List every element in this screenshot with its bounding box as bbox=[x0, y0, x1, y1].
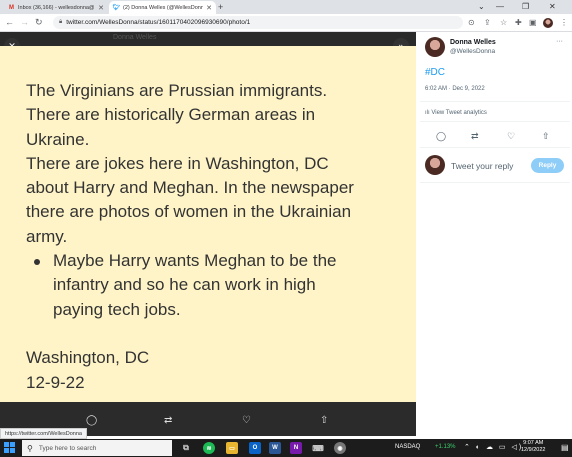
side-panel-icon[interactable]: ▣ bbox=[529, 18, 537, 27]
divider bbox=[420, 121, 570, 122]
windows-start-icon[interactable] bbox=[4, 442, 15, 453]
url-input[interactable]: 🔒︎ twitter.com/WellesDonna/status/160117… bbox=[53, 16, 463, 29]
twitter-icon: 🐦︎ bbox=[112, 5, 121, 11]
tab-bar: M Inbox (36,166) - wellesdonna@... ✕ 🐦︎ … bbox=[0, 0, 572, 14]
status-url: https://twitter.com/WellesDonna bbox=[0, 428, 87, 439]
photo-line: Ukraine. bbox=[26, 129, 90, 149]
back-icon[interactable]: ← bbox=[5, 17, 14, 27]
reply-avatar bbox=[425, 155, 445, 175]
lock-icon: 🔒︎ bbox=[59, 19, 63, 25]
retweet-icon[interactable]: ⇄ bbox=[471, 131, 479, 142]
photo-line: Washington, DC bbox=[26, 348, 150, 368]
stock-ticker[interactable]: NASDAQ bbox=[395, 444, 420, 450]
like-icon[interactable]: ♡ bbox=[242, 415, 251, 426]
reply-icon[interactable]: ◯ bbox=[436, 131, 446, 142]
clock[interactable]: 9:07 AM 12/9/2022 bbox=[521, 440, 545, 454]
share-icon[interactable]: ⇧ bbox=[320, 415, 328, 426]
notification-icon[interactable]: ▤ bbox=[561, 443, 569, 452]
reply-icon[interactable]: ◯ bbox=[86, 415, 97, 426]
photo-line: 12-9-22 bbox=[26, 372, 85, 392]
gmail-icon: M bbox=[9, 4, 14, 11]
photo-bullet: Maybe Harry wants Meghan to be the infant… bbox=[26, 249, 416, 322]
close-window-icon[interactable]: ✕ bbox=[549, 2, 556, 11]
close-tab-icon[interactable]: ✕ bbox=[206, 4, 212, 12]
spotify-icon[interactable]: ≋ bbox=[203, 442, 215, 454]
tab-twitter[interactable]: 🐦︎ (2) Donna Welles (@WellesDonna... ✕ bbox=[109, 1, 216, 14]
reply-input[interactable]: Tweet your reply bbox=[451, 161, 513, 171]
header-name: Donna Welles bbox=[113, 34, 157, 41]
like-icon[interactable]: ♡ bbox=[507, 131, 515, 142]
author-name[interactable]: Donna Welles bbox=[450, 39, 496, 46]
share-icon[interactable]: ⇧ bbox=[542, 131, 550, 142]
tweet-sidebar bbox=[416, 32, 572, 436]
divider bbox=[420, 182, 570, 183]
photo-line: There are jokes here in Washington, DC bbox=[26, 153, 329, 173]
tab-title: Inbox (36,166) - wellesdonna@... bbox=[18, 4, 96, 11]
tab-search-icon[interactable]: ⌄ bbox=[478, 2, 485, 11]
close-tab-icon[interactable]: ✕ bbox=[98, 4, 104, 12]
reload-icon[interactable]: ↻ bbox=[35, 17, 43, 28]
forward-icon[interactable]: → bbox=[20, 17, 29, 27]
profile-avatar[interactable] bbox=[543, 18, 553, 28]
photo-line: The Virginians are Prussian immigrants. bbox=[26, 81, 328, 100]
onenote-icon[interactable]: N bbox=[290, 442, 302, 454]
viewer-header: Donna Welles bbox=[0, 32, 416, 46]
bookmark-star-icon[interactable]: ☆ bbox=[500, 18, 507, 27]
search-placeholder: Type here to search bbox=[38, 444, 97, 452]
share-page-icon[interactable]: ⇪ bbox=[484, 18, 491, 27]
photo-line: army. bbox=[26, 226, 68, 246]
retweet-icon[interactable]: ⇄ bbox=[164, 415, 172, 426]
url-text: twitter.com/WellesDonna/status/160117040… bbox=[66, 19, 251, 26]
hashtag-link[interactable]: #DC bbox=[425, 67, 445, 78]
address-bar: ← → ↻ 🔒︎ twitter.com/WellesDonna/status/… bbox=[0, 14, 572, 32]
tab-gmail[interactable]: M Inbox (36,166) - wellesdonna@... ✕ bbox=[4, 1, 108, 14]
reply-button[interactable]: Reply bbox=[531, 158, 564, 173]
new-tab-icon[interactable]: + bbox=[218, 2, 223, 12]
divider bbox=[420, 101, 570, 102]
menu-icon[interactable]: ⋮ bbox=[560, 18, 568, 27]
avatar[interactable] bbox=[425, 37, 445, 57]
search-icon: ⚲ bbox=[27, 443, 33, 453]
task-view-icon[interactable]: ⧉ bbox=[180, 442, 192, 454]
photo-line: about Harry and Meghan. In the newspaper bbox=[26, 178, 354, 198]
photo-bullet-list: Maybe Harry wants Meghan to be the infant… bbox=[26, 249, 416, 322]
more-icon[interactable]: ··· bbox=[556, 38, 563, 45]
view-analytics-link[interactable]: ılı View Tweet analytics bbox=[425, 110, 487, 116]
extensions-icon[interactable]: ✚ bbox=[515, 18, 522, 27]
maximize-icon[interactable]: ❐ bbox=[522, 2, 529, 11]
keyboard-icon[interactable]: ⌨ bbox=[312, 442, 324, 454]
google-lens-icon[interactable]: ⊙ bbox=[468, 18, 475, 27]
author-handle[interactable]: @WellesDonna bbox=[450, 48, 495, 55]
photo-line: There are historically German areas in bbox=[26, 105, 316, 125]
chrome-icon[interactable]: ◉ bbox=[334, 442, 346, 454]
taskbar-search[interactable]: ⚲ Type here to search bbox=[22, 440, 172, 456]
file-explorer-icon[interactable]: ▭ bbox=[226, 442, 238, 454]
word-icon[interactable]: W bbox=[269, 442, 281, 454]
tab-title: (2) Donna Welles (@WellesDonna... bbox=[123, 4, 204, 11]
system-tray-icons[interactable]: ⌃ ◐ ☁ ▭ ◁) bbox=[464, 443, 523, 451]
tweet-photo: The Virginians are Prussian immigrants. … bbox=[0, 46, 416, 402]
tweet-timestamp[interactable]: 6:02 AM · Dec 9, 2022 bbox=[425, 86, 485, 92]
stock-change: +1.13% bbox=[435, 444, 456, 450]
outlook-icon[interactable]: O bbox=[249, 442, 261, 454]
divider bbox=[420, 147, 570, 148]
photo-line: there are photos of women in the Ukraini… bbox=[26, 202, 352, 222]
minimize-icon[interactable]: — bbox=[496, 2, 504, 11]
